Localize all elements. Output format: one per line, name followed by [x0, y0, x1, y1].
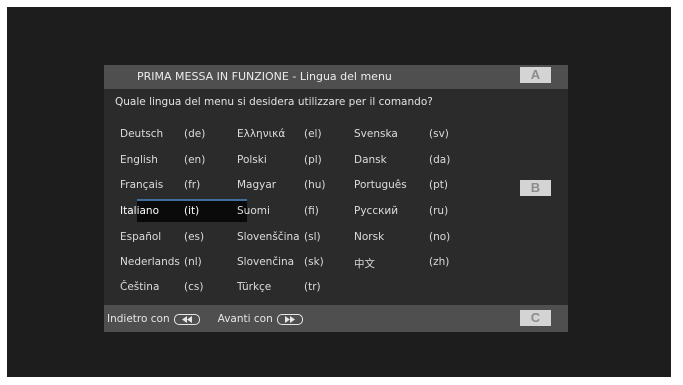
language-option-name[interactable]: Nederlands [120, 256, 180, 268]
language-option-name[interactable]: 中文 [354, 256, 375, 271]
rewind-icon[interactable] [173, 313, 200, 325]
language-option-code[interactable]: (pl) [304, 154, 322, 166]
language-option-name[interactable]: Norsk [354, 231, 384, 243]
language-option-name[interactable]: Ελληνικά [237, 128, 285, 140]
language-option-name[interactable]: Türkçe [237, 281, 271, 293]
callout-marker-b: B [520, 180, 551, 196]
language-option-code[interactable]: (it) [184, 205, 199, 217]
language-option-code[interactable]: (no) [429, 231, 450, 243]
language-option-code[interactable]: (nl) [184, 256, 202, 268]
language-option-code[interactable]: (sl) [304, 231, 321, 243]
language-option-name[interactable]: Polski [237, 154, 267, 166]
language-option-code[interactable]: (de) [184, 128, 205, 140]
dialog-footer: Indietro con Avanti con [104, 305, 568, 332]
language-option-code[interactable]: (cs) [184, 281, 203, 293]
language-option-code[interactable]: (ru) [429, 205, 448, 217]
language-option-name[interactable]: Svenska [354, 128, 398, 140]
language-option-name[interactable]: Slovenščina [237, 231, 300, 243]
language-option-name[interactable]: Français [120, 179, 163, 191]
dialog-question: Quale lingua del menu si desidera utiliz… [115, 96, 433, 108]
language-option-code[interactable]: (en) [184, 154, 205, 166]
language-option-code[interactable]: (tr) [304, 281, 321, 293]
language-option-code[interactable]: (da) [429, 154, 450, 166]
language-option-name[interactable]: Português [354, 179, 407, 191]
language-option-name[interactable]: Русский [354, 205, 398, 217]
language-option-code[interactable]: (zh) [429, 256, 449, 268]
language-option-name[interactable]: Suomi [237, 205, 270, 217]
dialog-title: PRIMA MESSA IN FUNZIONE - Lingua del men… [137, 70, 392, 83]
language-option-code[interactable]: (es) [184, 231, 204, 243]
language-option-name[interactable]: Dansk [354, 154, 387, 166]
language-option-code[interactable]: (hu) [304, 179, 326, 191]
language-option-code[interactable]: (pt) [429, 179, 448, 191]
language-option-name[interactable]: Magyar [237, 179, 276, 191]
language-option-code[interactable]: (fi) [304, 205, 319, 217]
forward-hint-label: Avanti con [217, 313, 273, 325]
callout-marker-c: C [520, 310, 551, 326]
language-option-code[interactable]: (sv) [429, 128, 449, 140]
language-option-name[interactable]: Čeština [120, 281, 159, 293]
dialog-title-bar: PRIMA MESSA IN FUNZIONE - Lingua del men… [104, 65, 568, 89]
language-option-code[interactable]: (sk) [304, 256, 324, 268]
language-option-code[interactable]: (fr) [184, 179, 200, 191]
callout-marker-a: A [520, 67, 551, 83]
language-option-name[interactable]: Slovenčina [237, 256, 294, 268]
language-option-name[interactable]: English [120, 154, 158, 166]
language-option-name[interactable]: Español [120, 231, 161, 243]
language-option-name[interactable]: Italiano [120, 205, 159, 217]
language-option-name[interactable]: Deutsch [120, 128, 163, 140]
first-setup-dialog: PRIMA MESSA IN FUNZIONE - Lingua del men… [104, 65, 568, 332]
selection-highlight-line [137, 199, 247, 201]
back-hint-label: Indietro con [107, 313, 170, 325]
language-option-code[interactable]: (el) [304, 128, 322, 140]
fast-forward-icon[interactable] [276, 313, 303, 325]
